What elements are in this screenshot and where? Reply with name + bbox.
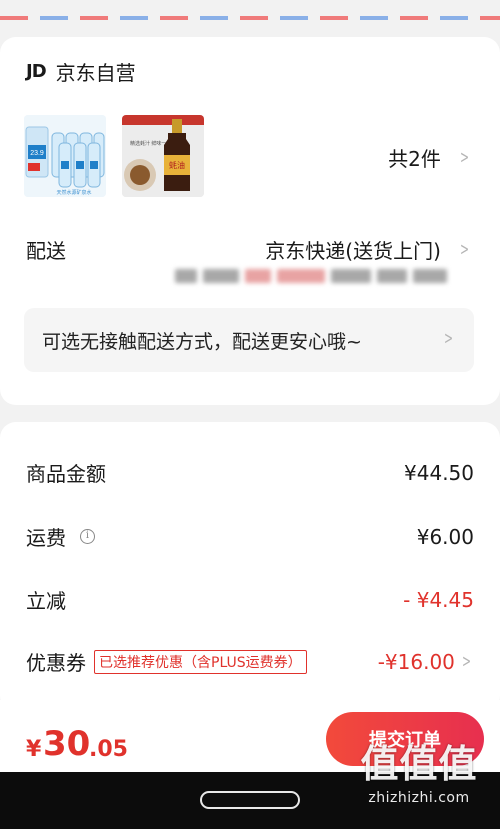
total-amount-integer: 30 xyxy=(43,724,91,764)
water-bottles-image: 23.9 天然水源矿泉水 xyxy=(24,115,106,197)
shipping-value: ¥6.00 xyxy=(416,524,474,549)
item-count-label: 共2件 xyxy=(388,147,441,171)
home-gesture-pill[interactable] xyxy=(200,791,300,809)
shipping-row: 运费 i ¥6.00 xyxy=(26,522,474,551)
product-thumb-oyster-sauce[interactable]: 精选蚝汁 鲜味一瓶 蚝油 xyxy=(122,115,204,197)
order-card: JD 京东自营 23.9 天然水源矿泉水 精选蚝汁 鲜味一瓶 蚝油 共2件 > … xyxy=(0,37,500,405)
watermark-url: zhizhizhi.com xyxy=(368,790,470,806)
item-count[interactable]: 共2件 > xyxy=(388,143,472,172)
airmail-border xyxy=(0,0,500,22)
info-icon[interactable]: i xyxy=(80,529,95,544)
delivery-method-text: 京东快递(送货上门) xyxy=(265,239,441,263)
discount-label: 立减 xyxy=(26,589,66,613)
delivery-method[interactable]: 京东快递(送货上门) > xyxy=(265,235,472,264)
goods-amount-row: 商品金额 ¥44.50 xyxy=(26,458,474,487)
price-summary-card: 商品金额 ¥44.50 运费 i ¥6.00 立减 - ¥4.45 优惠券 已选… xyxy=(0,422,500,712)
svg-text:23.9: 23.9 xyxy=(30,150,44,157)
coupon-tag: 已选推荐优惠（含PLUS运费券） xyxy=(94,649,307,674)
goods-amount-value: ¥44.50 xyxy=(404,460,474,485)
chevron-right-icon: > xyxy=(459,239,469,260)
chevron-right-icon: > xyxy=(459,147,469,168)
store-name: 京东自营 xyxy=(55,61,136,85)
goods-amount-label: 商品金额 xyxy=(26,462,106,486)
coupon-row[interactable]: 优惠券 已选推荐优惠（含PLUS运费券） -¥16.00 > xyxy=(26,647,474,676)
chevron-right-icon: > xyxy=(443,328,453,349)
product-thumb-water[interactable]: 23.9 天然水源矿泉水 xyxy=(24,115,106,197)
total-currency: ¥ xyxy=(26,737,42,762)
total-amount-decimal: .05 xyxy=(89,737,128,762)
discount-row: 立减 - ¥4.45 xyxy=(26,585,474,614)
chevron-right-icon: > xyxy=(461,651,471,672)
contactless-delivery-notice[interactable]: 可选无接触配送方式，配送更安心哦~ > xyxy=(24,308,474,372)
shipping-label: 运费 xyxy=(26,526,66,550)
notice-text: 可选无接触配送方式，配送更安心哦~ xyxy=(42,330,362,353)
delivery-label: 配送 xyxy=(26,239,66,263)
store-header[interactable]: JD 京东自营 xyxy=(26,57,136,86)
coupon-label: 优惠券 xyxy=(26,651,86,675)
watermark-logo: 值值值 xyxy=(360,742,478,786)
svg-text:天然水源矿泉水: 天然水源矿泉水 xyxy=(56,189,91,196)
coupon-value: -¥16.00 xyxy=(377,649,455,674)
svg-text:蚝油: 蚝油 xyxy=(169,160,185,170)
site-watermark: 值值值 zhizhizhi.com xyxy=(344,742,494,806)
blurred-address xyxy=(175,264,453,288)
jd-logo: JD xyxy=(26,61,47,82)
soy-sauce-image: 精选蚝汁 鲜味一瓶 蚝油 xyxy=(122,115,204,197)
discount-value: - ¥4.45 xyxy=(403,587,474,612)
